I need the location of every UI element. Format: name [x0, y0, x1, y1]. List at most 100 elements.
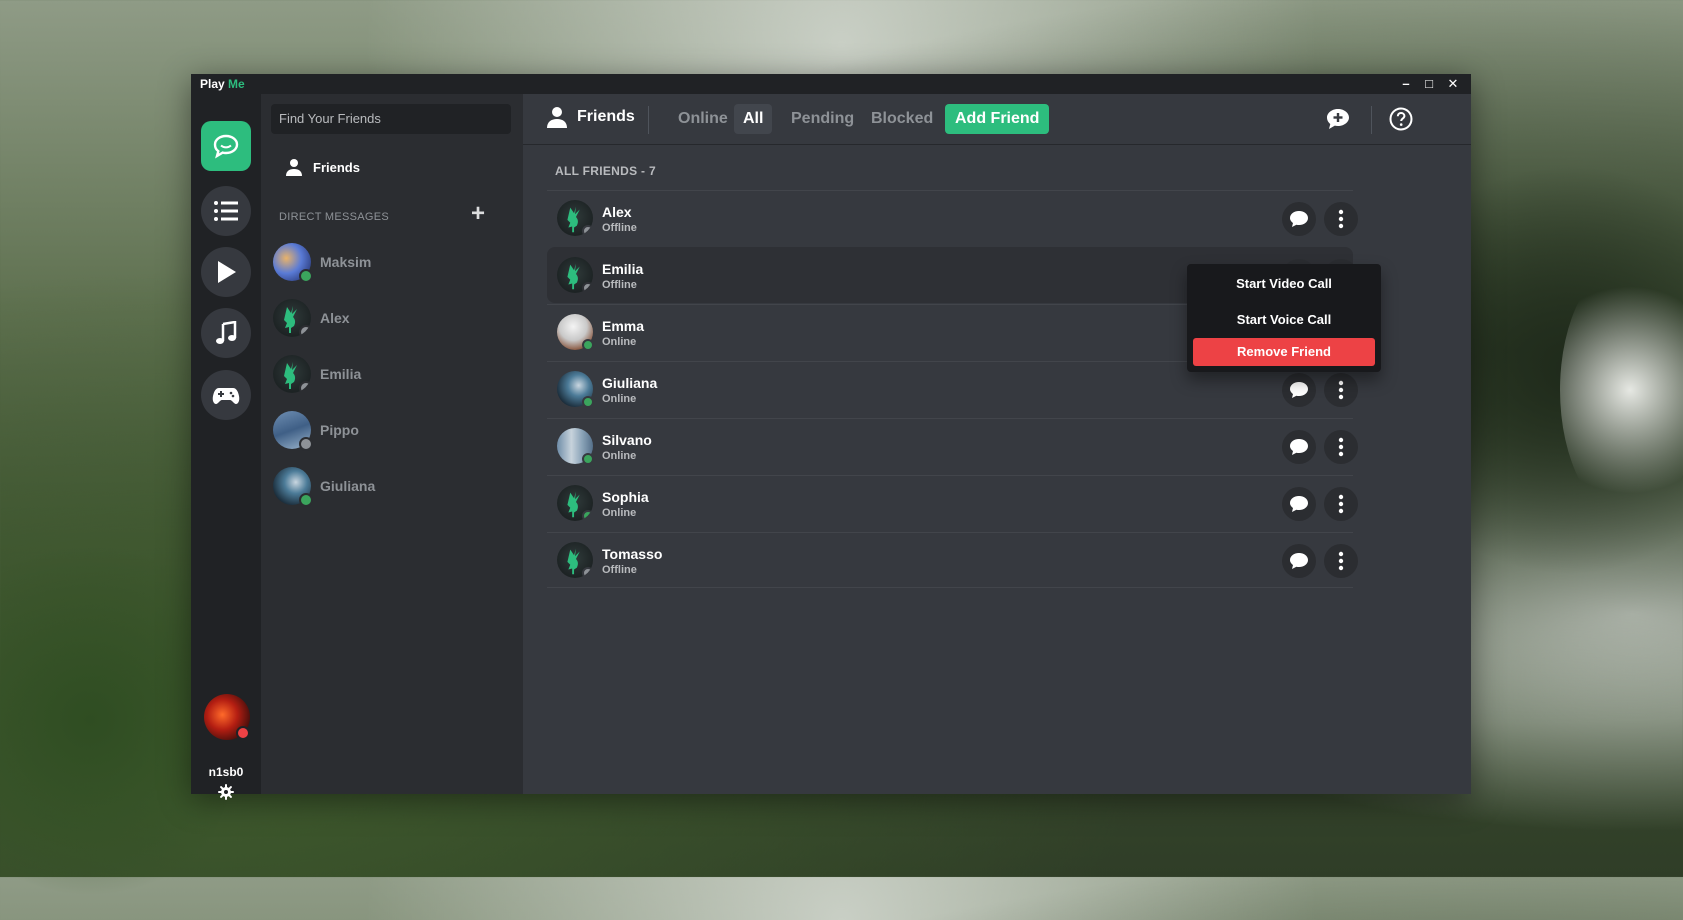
friend-status: Offline — [602, 222, 637, 234]
friend-row-silvano[interactable]: Silvano Online — [547, 418, 1358, 474]
friends-heading-label: Friends — [577, 108, 635, 125]
friends-heading: Friends — [547, 106, 635, 128]
avatar — [273, 299, 311, 337]
friend-name: Tomasso — [602, 546, 663, 562]
offline-status-indicator — [582, 282, 593, 293]
avatar — [557, 314, 594, 351]
search-input[interactable]: Find Your Friends — [271, 104, 511, 134]
app-title: Play Me — [200, 77, 245, 91]
speech-bubble-icon — [1290, 382, 1308, 398]
tab-pending[interactable]: Pending — [782, 104, 863, 134]
dm-item-maksim[interactable]: Maksim — [273, 242, 513, 283]
message-button[interactable] — [1282, 487, 1316, 521]
offline-status-indicator — [299, 325, 311, 337]
friends-list-header: ALL FRIENDS - 7 — [555, 164, 656, 178]
remove-friend-menu-item[interactable]: Remove Friend — [1193, 338, 1375, 366]
friend-status: Online — [602, 336, 637, 348]
friend-status: Online — [602, 450, 637, 462]
friend-name: Giuliana — [602, 375, 658, 391]
rail-play-button[interactable] — [201, 247, 251, 297]
more-options-button[interactable] — [1324, 487, 1358, 521]
rail-list-button[interactable] — [201, 186, 251, 236]
avatar — [557, 542, 593, 578]
message-button[interactable] — [1282, 202, 1316, 236]
dm-name: Alex — [320, 310, 350, 326]
dm-name: Emilia — [320, 366, 362, 382]
friend-status: Online — [602, 393, 637, 405]
message-button[interactable] — [1282, 373, 1316, 407]
avatar — [557, 485, 593, 521]
offline-status-indicator — [299, 381, 311, 393]
tab-all[interactable]: All — [734, 104, 773, 134]
settings-button[interactable] — [218, 784, 234, 805]
online-status-indicator — [582, 396, 594, 408]
dm-name: Maksim — [320, 254, 372, 270]
online-status-indicator — [582, 339, 594, 351]
rail-music-button[interactable] — [201, 308, 251, 358]
offline-status-indicator — [582, 225, 593, 236]
maximize-button[interactable]: □ — [1419, 75, 1439, 93]
person-icon — [547, 107, 567, 128]
friend-row-alex[interactable]: Alex Offline — [547, 190, 1358, 246]
speech-bubble-icon — [1290, 553, 1308, 569]
play-icon — [218, 261, 236, 283]
friends-main-panel: Friends Online All Pending Blocked Add F… — [523, 94, 1471, 794]
sidebar-item-friends[interactable]: Friends — [285, 154, 360, 180]
message-button[interactable] — [1282, 544, 1316, 578]
add-friend-button[interactable]: Add Friend — [945, 104, 1050, 134]
dm-item-giuliana[interactable]: Giuliana — [273, 466, 513, 507]
dm-item-emilia[interactable]: Emilia — [273, 354, 513, 394]
dm-name: Pippo — [320, 422, 359, 438]
user-status-indicator — [236, 726, 250, 740]
friend-row-sophia[interactable]: Sophia Online — [547, 475, 1358, 531]
more-options-button[interactable] — [1324, 202, 1358, 236]
avatar — [273, 467, 313, 507]
tab-blocked[interactable]: Blocked — [862, 104, 942, 134]
sidebar-item-label: Friends — [313, 159, 360, 175]
start-voice-call-menu-item[interactable]: Start Voice Call — [1193, 306, 1375, 334]
list-icon — [214, 201, 238, 221]
message-button[interactable] — [1282, 430, 1316, 464]
offline-status-indicator — [299, 437, 313, 451]
app-window: Play Me – □ ✕ n1sb0 Find Your Friends Fr… — [191, 74, 1471, 800]
tab-online[interactable]: Online — [669, 104, 737, 134]
offline-status-indicator — [582, 567, 593, 578]
dm-item-alex[interactable]: Alex — [273, 298, 513, 338]
dm-item-pippo[interactable]: Pippo — [273, 410, 513, 451]
rail-games-button[interactable] — [201, 370, 251, 420]
kebab-menu-icon — [1338, 551, 1344, 571]
add-dm-button[interactable]: + — [471, 202, 485, 226]
sidebar: Find Your Friends Friends DIRECT MESSAGE… — [261, 94, 523, 794]
help-button[interactable] — [1389, 107, 1413, 136]
divider — [1371, 106, 1372, 134]
friend-name: Silvano — [602, 432, 652, 448]
avatar — [273, 243, 313, 283]
avatar — [557, 257, 593, 293]
dm-name: Giuliana — [320, 478, 376, 494]
help-icon — [1389, 107, 1413, 131]
more-options-button[interactable] — [1324, 544, 1358, 578]
nav-rail: n1sb0 — [191, 94, 261, 800]
app-title-prefix: Play — [200, 77, 225, 91]
user-avatar[interactable] — [204, 694, 250, 740]
close-button[interactable]: ✕ — [1443, 75, 1463, 93]
friend-context-menu: Start Video Call Start Voice Call Remove… — [1187, 264, 1381, 372]
avatar — [557, 428, 594, 465]
start-video-call-menu-item[interactable]: Start Video Call — [1193, 270, 1375, 298]
minimize-button[interactable]: – — [1396, 75, 1416, 93]
more-options-button[interactable] — [1324, 430, 1358, 464]
divider — [648, 106, 649, 134]
friend-name: Sophia — [602, 489, 649, 505]
avatar — [557, 200, 593, 236]
avatar — [273, 411, 313, 451]
avatar — [557, 371, 594, 408]
rail-chat-button[interactable] — [201, 121, 251, 171]
online-status-indicator — [299, 493, 313, 507]
friend-status: Online — [602, 507, 637, 519]
friend-name: Alex — [602, 204, 632, 220]
new-group-dm-button[interactable] — [1325, 107, 1351, 136]
friend-status: Offline — [602, 279, 637, 291]
friend-row-tomasso[interactable]: Tomasso Offline — [547, 532, 1358, 588]
friend-status: Offline — [602, 564, 637, 576]
more-options-button[interactable] — [1324, 373, 1358, 407]
